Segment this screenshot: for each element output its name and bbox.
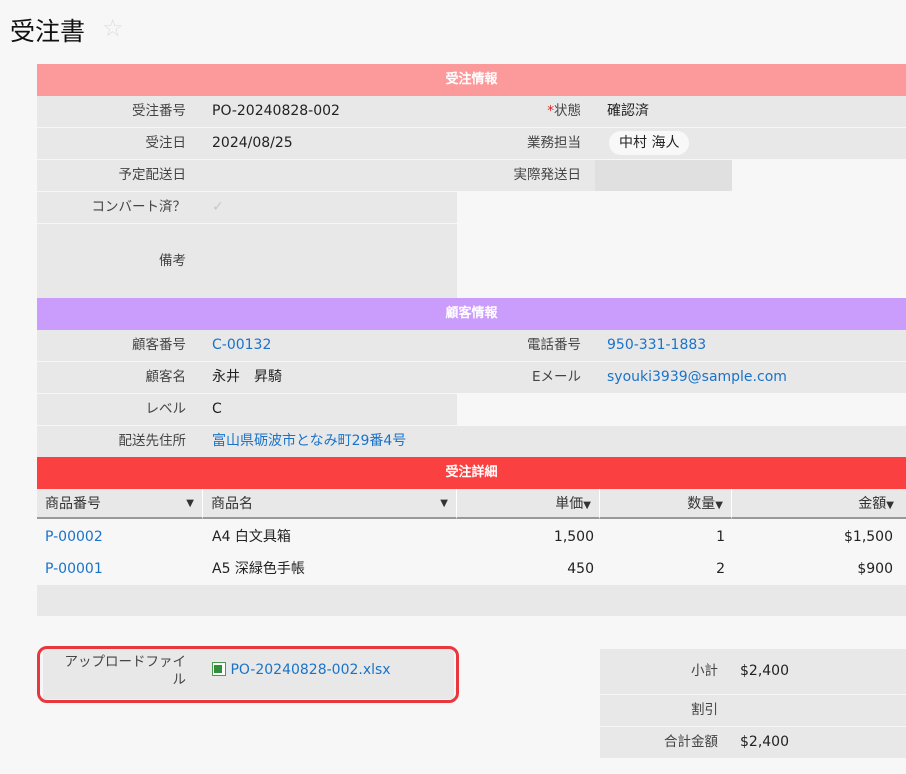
- order-date-label: 受注日: [37, 128, 200, 159]
- row-amount: $1,500: [844, 529, 893, 545]
- total-label: 合計金額: [600, 727, 732, 758]
- column-product-name[interactable]: 商品名 ▼: [203, 489, 457, 519]
- actual-ship-label: 実際発送日: [457, 160, 595, 191]
- level-label: レベル: [37, 394, 200, 425]
- sort-caret-icon: ▼: [186, 498, 194, 509]
- planned-ship-label: 予定配送日: [37, 160, 200, 191]
- sort-caret-icon: ▼: [583, 500, 591, 511]
- staff-value: 中村 海人: [595, 128, 906, 159]
- row-unit-price: 1,500: [553, 529, 594, 545]
- status-value: 確認済: [595, 96, 906, 127]
- section-header-order: 受注情報: [37, 64, 906, 96]
- planned-ship-value: [200, 160, 457, 191]
- sort-caret-icon: ▼: [440, 498, 448, 509]
- email-value: syouki3939@sample.com: [595, 362, 906, 393]
- subtotal-label: 小計: [600, 649, 732, 694]
- column-unit-price[interactable]: 単価▼: [457, 489, 600, 519]
- customer-name-label: 顧客名: [37, 362, 200, 393]
- email-link[interactable]: syouki3939@sample.com: [607, 369, 787, 385]
- section-header-customer: 顧客情報: [37, 298, 906, 330]
- actual-ship-value: [595, 160, 732, 191]
- row-quantity: 2: [716, 561, 725, 577]
- sort-caret-icon: ▼: [715, 500, 723, 511]
- row-unit-price: 450: [567, 561, 594, 577]
- sort-caret-icon: ▼: [886, 500, 894, 511]
- order-no-label: 受注番号: [37, 96, 200, 127]
- page-title: 受注書: [10, 17, 86, 46]
- address-label: 配送先住所: [37, 426, 200, 457]
- staff-user-pill[interactable]: 中村 海人: [609, 131, 690, 155]
- column-product-code[interactable]: 商品番号 ▼: [37, 489, 203, 519]
- status-label: *状態: [457, 96, 595, 127]
- row-product-code-link[interactable]: P-00001: [45, 553, 103, 585]
- row-product-code-link[interactable]: P-00002: [45, 521, 103, 553]
- row-quantity: 1: [716, 529, 725, 545]
- notes-value: [200, 224, 457, 298]
- discount-value: [732, 695, 906, 726]
- email-label: Eメール: [457, 362, 595, 393]
- customer-name-value: 永井 昇騎: [200, 362, 457, 393]
- order-date-value: 2024/08/25: [200, 128, 457, 159]
- staff-label: 業務担当: [457, 128, 595, 159]
- row-amount: $900: [857, 561, 893, 577]
- highlight-box: [37, 646, 459, 703]
- discount-label: 割引: [600, 695, 732, 726]
- customer-no-value: C-00132: [200, 330, 457, 361]
- converted-label: コンバート済？: [37, 192, 200, 223]
- phone-link[interactable]: 950-331-1883: [607, 337, 706, 353]
- level-value: C: [200, 394, 457, 425]
- column-quantity[interactable]: 数量▼: [600, 489, 732, 519]
- favorite-star-icon[interactable]: ☆: [102, 16, 124, 40]
- section-header-detail: 受注詳細: [37, 457, 906, 489]
- address-link[interactable]: 富山県砺波市となみ町29番4号: [212, 433, 406, 449]
- address-value: 富山県砺波市となみ町29番4号: [200, 426, 906, 457]
- customer-no-label: 顧客番号: [37, 330, 200, 361]
- total-value: $2,400: [732, 727, 906, 758]
- phone-label: 電話番号: [457, 330, 595, 361]
- column-amount[interactable]: 金額▼: [732, 489, 906, 519]
- phone-value: 950-331-1883: [595, 330, 906, 361]
- row-product-name: A5 深緑色手帳: [212, 561, 305, 577]
- converted-check-icon: ✓: [200, 192, 457, 223]
- notes-label: 備考: [37, 224, 200, 298]
- table-footer: [37, 585, 906, 616]
- order-no-value: PO-20240828-002: [200, 96, 457, 127]
- subtotal-value: $2,400: [732, 649, 906, 694]
- row-product-name: A4 白文具箱: [212, 529, 291, 545]
- customer-no-link[interactable]: C-00132: [212, 337, 271, 353]
